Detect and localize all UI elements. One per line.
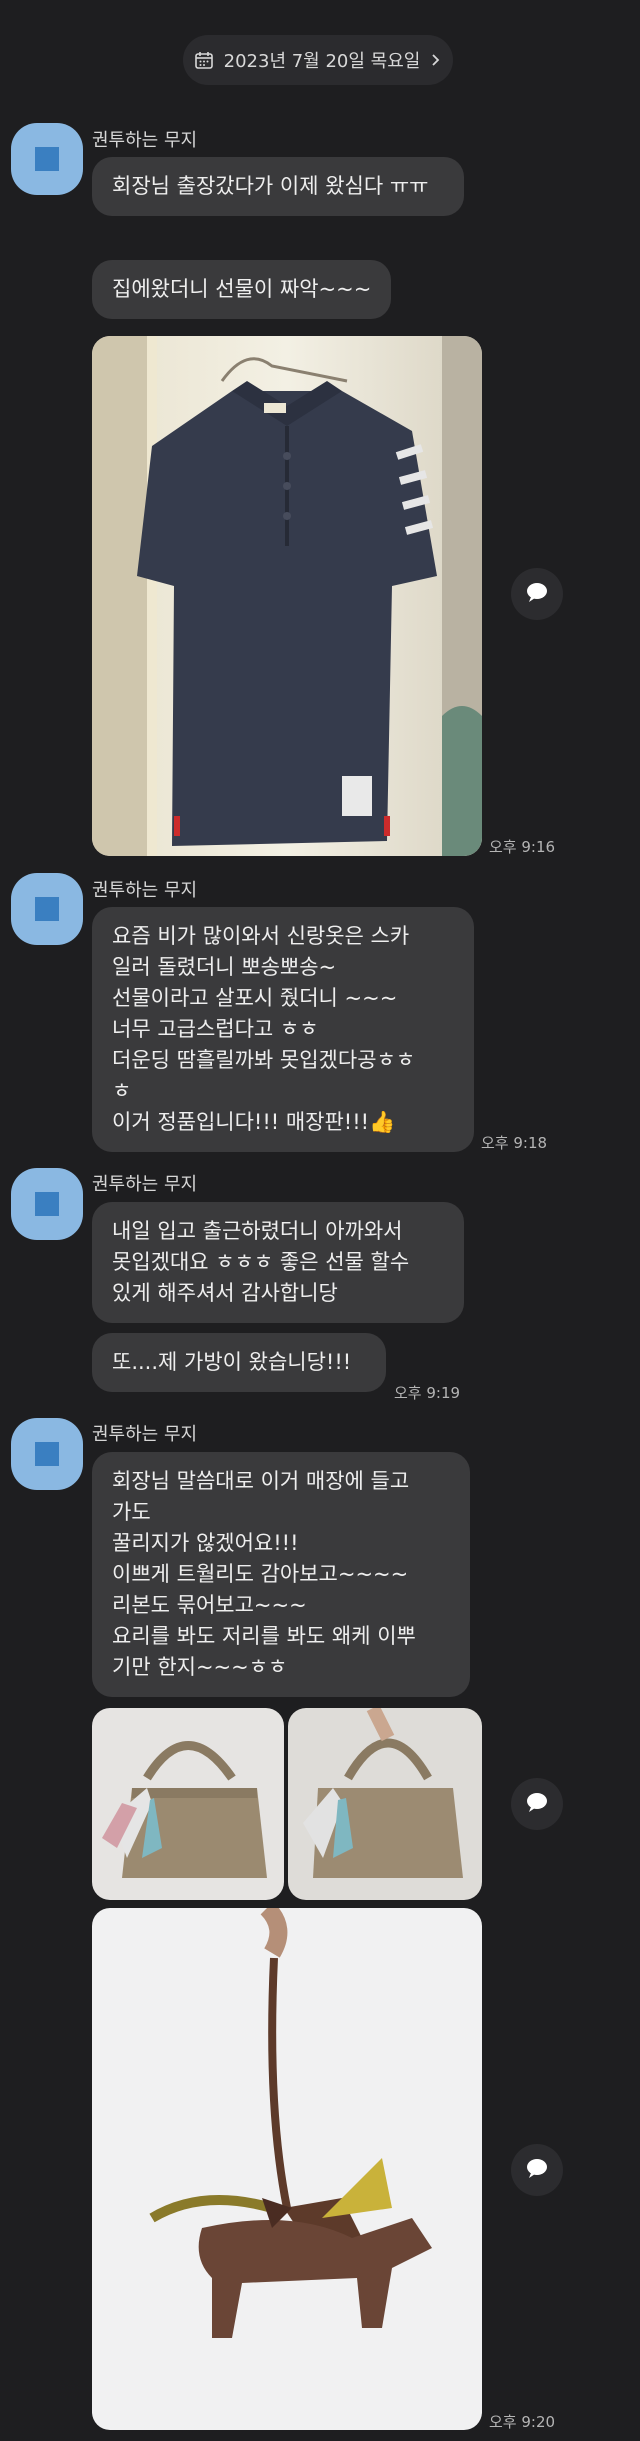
photo-polo-shirt[interactable] [92, 336, 482, 856]
chat-icon [526, 1792, 548, 1816]
calendar-icon [194, 50, 214, 70]
timestamp: 오후 9:18 [481, 1134, 548, 1152]
message-bubble[interactable]: 요즘 비가 많이와서 신랑옷은 스카 일러 돌렸더니 뽀송뽀송~ 선물이라고 살… [92, 907, 474, 1152]
date-label: 2023년 7월 20일 목요일 [223, 51, 421, 72]
chat-icon [526, 2158, 548, 2182]
share-button[interactable] [511, 568, 563, 620]
timestamp: 오후 9:16 [489, 838, 556, 856]
chevron-right-icon [430, 53, 442, 67]
timestamp: 오후 9:19 [394, 1384, 461, 1402]
message-bubble[interactable]: 회장님 말씀대로 이거 매장에 들고 가도 꿀리지가 않겠어요!!! 이쁘게 트… [92, 1452, 470, 1697]
chat-icon [526, 582, 548, 606]
sender-name: 권투하는 무지 [92, 880, 198, 901]
photo-bag-2[interactable] [288, 1708, 482, 1900]
message-bubble[interactable]: 회장님 출장갔다가 이제 왔심다 ㅠㅠ [92, 157, 464, 216]
photo-horse-charm[interactable] [92, 1908, 482, 2430]
sender-name: 권투하는 무지 [92, 1424, 198, 1445]
message-bubble[interactable]: 내일 입고 출근하렸더니 아까와서 못입겠대요 ㅎㅎㅎ 좋은 선물 할수 있게 … [92, 1202, 464, 1323]
share-button[interactable] [511, 1778, 563, 1830]
avatar[interactable] [11, 123, 83, 195]
avatar[interactable] [11, 1168, 83, 1240]
share-button[interactable] [511, 2144, 563, 2196]
timestamp: 오후 9:20 [489, 2413, 556, 2431]
message-bubble[interactable]: 집에왔더니 선물이 짜악~~~ [92, 260, 392, 319]
message-bubble[interactable]: 또....제 가방이 왔습니당!!! [92, 1333, 386, 1392]
photo-bag-1[interactable] [92, 1708, 284, 1900]
date-header[interactable]: 2023년 7월 20일 목요일 [183, 35, 453, 85]
avatar[interactable] [11, 873, 83, 945]
sender-name: 권투하는 무지 [92, 130, 198, 151]
avatar[interactable] [11, 1418, 83, 1490]
sender-name: 권투하는 무지 [92, 1174, 198, 1195]
